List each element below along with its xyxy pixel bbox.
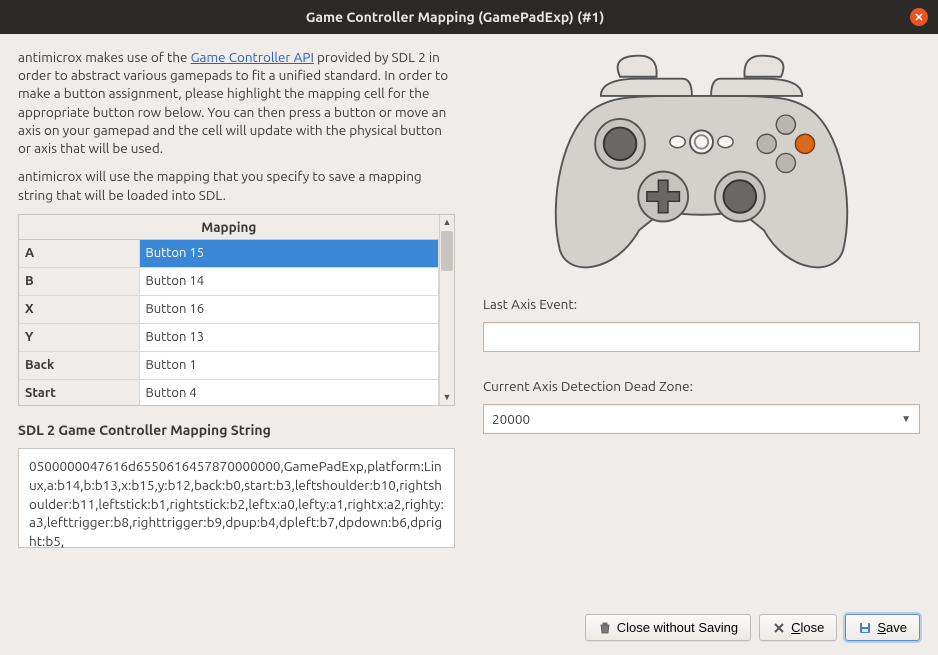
row-value[interactable]: Button 4: [139, 379, 439, 405]
mapping-string-label: SDL 2 Game Controller Mapping String: [18, 422, 455, 438]
last-axis-field[interactable]: [483, 322, 920, 352]
close-icon: [772, 621, 786, 635]
row-value[interactable]: Button 15: [139, 239, 439, 267]
chevron-down-icon: ▼: [901, 413, 911, 425]
scroll-up-icon[interactable]: ▲: [440, 215, 454, 230]
table-row[interactable]: BButton 14: [19, 267, 439, 295]
table-scrollbar[interactable]: ▲ ▼: [439, 215, 454, 405]
deadzone-combobox[interactable]: 20000 ▼: [483, 404, 920, 434]
row-value[interactable]: Button 1: [139, 351, 439, 379]
intro-part2: provided by SDL 2 in order to abstract v…: [18, 49, 448, 156]
deadzone-value: 20000: [492, 411, 530, 427]
table-row[interactable]: AButton 15: [19, 239, 439, 267]
intro-part3: antimicrox will use the mapping that you…: [18, 167, 455, 203]
row-name: Start: [19, 379, 139, 405]
save-label: Save: [877, 620, 907, 635]
mapping-table[interactable]: Mapping AButton 15BButton 14XButton 16YB…: [18, 214, 455, 406]
row-name: A: [19, 239, 139, 267]
close-without-saving-button[interactable]: Close without Saving: [585, 614, 751, 641]
intro-text: antimicrox makes use of the Game Control…: [18, 48, 455, 204]
row-value[interactable]: Button 16: [139, 295, 439, 323]
last-axis-label: Last Axis Event:: [483, 296, 920, 312]
table-row[interactable]: StartButton 4: [19, 379, 439, 405]
row-name: X: [19, 295, 139, 323]
close-button[interactable]: Close: [759, 614, 837, 641]
close-no-save-label: Close without Saving: [617, 620, 738, 635]
close-label: Close: [791, 620, 824, 635]
mapping-string-field[interactable]: 0500000047616d6550616457870000000,GamePa…: [18, 448, 455, 548]
save-button[interactable]: Save: [845, 614, 920, 641]
trash-icon: [598, 621, 612, 635]
row-name: B: [19, 267, 139, 295]
intro-part1: antimicrox makes use of the: [18, 49, 191, 65]
save-icon: [858, 621, 872, 635]
window-close-button[interactable]: ✕: [910, 8, 928, 26]
table-row[interactable]: YButton 13: [19, 323, 439, 351]
button-bar: Close without Saving Close Save: [0, 606, 938, 655]
left-column: antimicrox makes use of the Game Control…: [18, 48, 455, 596]
content-area: antimicrox makes use of the Game Control…: [0, 34, 938, 606]
deadzone-label: Current Axis Detection Dead Zone:: [483, 378, 920, 394]
controller-image: [483, 48, 920, 278]
game-controller-api-link[interactable]: Game Controller API: [191, 49, 314, 65]
mapping-header: Mapping: [19, 215, 439, 240]
row-value[interactable]: Button 14: [139, 267, 439, 295]
row-name: Y: [19, 323, 139, 351]
table-row[interactable]: XButton 16: [19, 295, 439, 323]
scroll-thumb[interactable]: [441, 231, 453, 271]
row-value[interactable]: Button 13: [139, 323, 439, 351]
titlebar: Game Controller Mapping (GamePadExp) (#1…: [0, 0, 938, 34]
scroll-down-icon[interactable]: ▼: [440, 390, 454, 405]
window-title: Game Controller Mapping (GamePadExp) (#1…: [0, 9, 910, 25]
right-column: Last Axis Event: Current Axis Detection …: [483, 48, 920, 596]
table-row[interactable]: BackButton 1: [19, 351, 439, 379]
row-name: Back: [19, 351, 139, 379]
